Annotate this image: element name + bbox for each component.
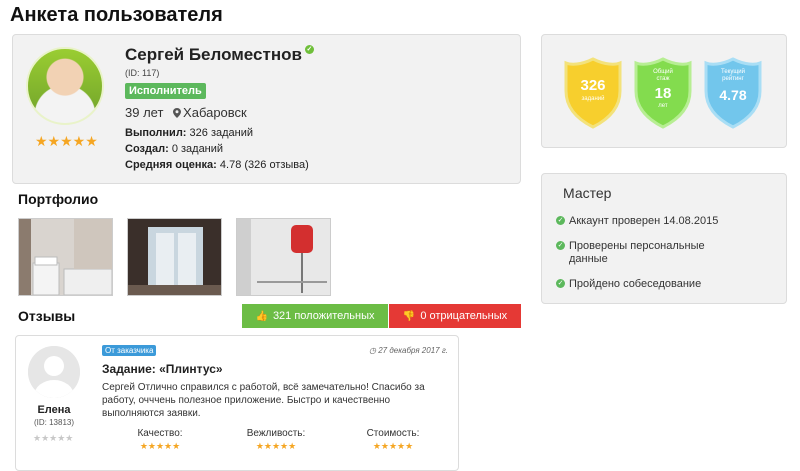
tasks-badge-caption: заданий — [581, 96, 605, 102]
profile-id: (ID: 117) — [125, 68, 160, 78]
stat-completed: Выполнил: 326 заданий — [125, 127, 253, 139]
stat-created-label: Создал: — [125, 143, 169, 155]
positive-reviews-button[interactable]: 👍 321 положительных — [242, 304, 388, 328]
review-text: Сергей Отлично справился с работой, всё … — [102, 382, 425, 419]
review-date-text: 27 декабря 2017 г. — [378, 346, 448, 355]
criterion-stars: ★★★★★ — [372, 441, 414, 451]
criterion-label: Качество: — [137, 428, 183, 439]
portfolio-image[interactable] — [18, 218, 113, 296]
review-card: Елена (ID: 13813) ★★★★★ От заказчика ◷ 2… — [15, 335, 459, 471]
check-icon: ✓ — [556, 241, 565, 250]
boiler-photo — [237, 219, 330, 295]
stat-created-value: 0 заданий — [171, 143, 224, 155]
reviewer-id: (ID: 13813) — [33, 418, 75, 427]
profile-age: 39 лет — [125, 105, 164, 120]
criterion-stars: ★★★★★ — [255, 441, 297, 451]
master-title: Мастер — [563, 185, 612, 201]
room-photo — [128, 219, 221, 295]
negative-reviews-label: 0 отрицательных — [420, 310, 508, 322]
tasks-badge-value: 326 — [580, 77, 606, 94]
reviewer-stars: ★★★★★ — [33, 433, 74, 443]
profile-card: ★★★★★ Сергей Беломестнов ✓ (ID: 117) Испо… — [12, 34, 521, 184]
master-item: ✓ Проверены персональные данные — [556, 240, 729, 266]
stat-average: Средняя оценка: 4.78 (326 отзыва) — [125, 159, 309, 171]
criterion-label: Вежливость: — [246, 428, 306, 439]
criterion-politeness: Вежливость: ★★★★★ — [236, 428, 316, 452]
profile-city: Хабаровск — [183, 105, 247, 120]
check-icon: ✓ — [556, 279, 565, 288]
portfolio-image[interactable] — [127, 218, 222, 296]
stat-average-value: 4.78 (326 отзыва) — [219, 159, 309, 171]
experience-badge: Общий стаж 18 лет — [633, 57, 693, 129]
rating-badge-value: 4.78 — [719, 87, 747, 103]
criterion-stars: ★★★★★ — [139, 441, 181, 451]
master-item: ✓ Пройдено собеседование — [556, 278, 769, 291]
tasks-badge: 326 заданий — [563, 57, 623, 129]
bathroom-photo — [19, 219, 112, 295]
thumbs-down-icon: 👎 — [402, 311, 416, 322]
criterion-cost: Стоимость: ★★★★★ — [353, 428, 433, 452]
reviewer-name[interactable]: Елена — [16, 404, 92, 416]
verified-icon: ✓ — [304, 45, 314, 54]
negative-reviews-button[interactable]: 👎 0 отрицательных — [389, 304, 521, 328]
stat-average-label: Средняя оценка: — [125, 159, 217, 171]
rating-badge: Текущий рейтинг 4.78 — [703, 57, 763, 129]
clock-icon: ◷ — [369, 346, 379, 355]
rating-badge-caption-top: Текущий рейтинг — [721, 69, 745, 82]
user-placeholder-icon — [28, 346, 80, 398]
master-item-text: Аккаунт проверен 14.08.2015 — [569, 215, 719, 227]
review-task: Задание: «Плинтус» — [102, 362, 223, 376]
master-item-text: Пройдено собеседование — [569, 278, 702, 290]
stat-created: Создал: 0 заданий — [125, 143, 223, 155]
master-item-text: Проверены персональные данные — [569, 240, 705, 265]
avatar[interactable] — [26, 47, 104, 125]
reviewer-avatar[interactable] — [28, 346, 80, 398]
portfolio-title: Портфолио — [18, 191, 99, 207]
criterion-quality: Качество: ★★★★★ — [120, 428, 200, 452]
profile-name-text[interactable]: Сергей Беломестнов — [125, 45, 302, 64]
check-icon: ✓ — [556, 216, 565, 225]
master-panel: Мастер ✓ Аккаунт проверен 14.08.2015 ✓ Про… — [541, 173, 787, 304]
criterion-label: Стоимость: — [366, 428, 420, 439]
experience-badge-caption-top: Общий стаж — [653, 69, 673, 82]
master-item: ✓ Аккаунт проверен 14.08.2015 — [556, 215, 769, 228]
client-badge: От заказчика — [102, 345, 157, 356]
page-title: Анкета пользователя — [10, 4, 223, 26]
thumbs-up-icon: 👍 — [255, 311, 268, 322]
positive-reviews-label: 321 положительных — [272, 310, 375, 322]
location-pin-icon — [173, 108, 182, 118]
review-date: ◷ 27 декабря 2017 г. — [369, 346, 448, 355]
age-city: 39 лет Хабаровск — [125, 105, 247, 120]
profile-rating-stars: ★★★★★ — [35, 133, 98, 149]
profile-name[interactable]: Сергей Беломестнов ✓ — [125, 45, 314, 65]
stat-completed-label: Выполнил: — [125, 127, 187, 139]
reviews-title: Отзывы — [18, 308, 76, 324]
stat-completed-value: 326 заданий — [189, 127, 254, 139]
portfolio-image[interactable] — [236, 218, 331, 296]
badges-panel: 326 заданий Общий стаж 18 лет Текущий ре… — [541, 34, 787, 148]
experience-badge-value: 18 — [654, 85, 672, 102]
experience-badge-caption: лет — [658, 103, 668, 109]
role-badge: Исполнитель — [125, 83, 206, 99]
